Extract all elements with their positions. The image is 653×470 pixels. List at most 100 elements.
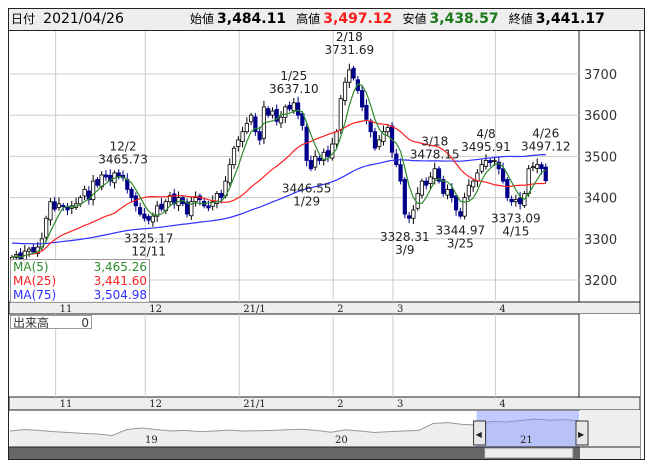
candle-down — [95, 179, 100, 186]
x-tick-label: 3 — [397, 304, 403, 315]
candle-down — [308, 160, 314, 170]
navigator-year-label: 21 — [520, 435, 533, 446]
legend-label: MA(5) — [13, 260, 49, 274]
annotation-date: 3/18 — [421, 134, 448, 148]
candle-down — [206, 205, 211, 209]
annotation-value: 3465.73 — [98, 153, 148, 167]
candle-down — [325, 150, 331, 157]
annotation-date: 4/8 — [476, 127, 495, 141]
annotation-value: 3328.31 — [380, 230, 430, 244]
candle-up — [270, 110, 275, 116]
price-chart[interactable]: 3200330034003500360037001111121221/121/1… — [0, 0, 653, 470]
y-tick-label: 3300 — [584, 233, 617, 248]
candle-down — [364, 104, 369, 120]
candle-up — [492, 160, 497, 162]
candle-down — [488, 160, 493, 163]
candle-up — [150, 215, 156, 223]
ma-legend: MA(5) 3,465.26 MA(25) 3,441.60 MA(75) 3,504… — [10, 259, 150, 303]
candle-down — [61, 205, 66, 208]
annotation-date: 12/2 — [110, 140, 137, 154]
candle-up — [91, 180, 96, 201]
candle-up — [236, 139, 241, 147]
annotation-value: 3446.55 — [282, 181, 332, 195]
candle-down — [103, 174, 109, 178]
candle-down — [142, 213, 147, 219]
annotation-value: 3495.91 — [461, 140, 511, 154]
candle-down — [266, 108, 271, 116]
annotation-date: 2/18 — [336, 30, 363, 44]
candle-up — [385, 127, 390, 133]
annotation-date: 1/25 — [280, 69, 307, 83]
candle-down — [398, 164, 403, 182]
candle-down — [129, 188, 134, 199]
volume-value: 0 — [81, 316, 89, 330]
annotation-value: 3497.12 — [521, 140, 571, 154]
x-tick-label: 4 — [499, 304, 505, 315]
candle-up — [483, 160, 489, 167]
annotation-date: 12/11 — [131, 244, 166, 258]
navigator-year-label: 19 — [145, 435, 158, 446]
candle-up — [193, 197, 198, 203]
legend-value: 3,465.26 — [93, 260, 147, 274]
candle-up — [419, 180, 425, 196]
candle-down — [146, 216, 151, 221]
candle-down — [257, 131, 262, 141]
candle-down — [453, 195, 459, 211]
y-tick-label: 3600 — [584, 109, 617, 124]
navigator-left-arrow-icon: ◀ — [476, 430, 483, 439]
y-tick-label: 3400 — [584, 192, 617, 207]
scrollbar-thumb[interactable] — [484, 447, 574, 459]
annotation-date: 4/26 — [532, 127, 559, 141]
candle-up — [513, 199, 518, 203]
candle-down — [219, 193, 224, 198]
legend-ma5: MA(5) 3,465.26 — [11, 260, 149, 274]
candle-up — [291, 102, 296, 112]
candle-up — [428, 176, 433, 184]
candle-up — [227, 164, 232, 184]
legend-value: 3,504.98 — [93, 288, 147, 302]
candle-up — [338, 98, 343, 131]
candle-down — [505, 179, 510, 199]
x-tick-label: 3 — [397, 399, 403, 410]
x-tick-label: 11 — [60, 399, 73, 410]
candle-up — [526, 168, 531, 194]
candle-up — [530, 166, 536, 169]
candle-down — [31, 247, 36, 253]
candle-down — [317, 157, 322, 161]
candle-down — [52, 201, 57, 210]
volume-label: 出来高 — [13, 316, 50, 330]
candle-up — [342, 81, 348, 101]
candle-down — [458, 211, 463, 217]
candle-up — [78, 197, 83, 205]
candle-down — [368, 120, 373, 133]
legend-value: 3,441.60 — [93, 274, 147, 288]
candle-down — [287, 104, 292, 110]
annotation-value: 3478.15 — [410, 147, 460, 161]
x-tick-label: 21/1 — [243, 304, 265, 315]
candle-down — [518, 197, 523, 205]
candle-down — [509, 198, 514, 203]
annotation-date: 4/15 — [502, 225, 529, 239]
candle-up — [283, 106, 288, 118]
volume-legend: 出来高 0 — [10, 315, 92, 330]
y-tick-label: 3500 — [584, 150, 617, 165]
candle-up — [411, 209, 416, 219]
date-axis-strip-2 — [8, 396, 641, 411]
annotation-value: 3373.09 — [491, 212, 541, 226]
candle-down — [543, 166, 548, 182]
y-tick-label: 3700 — [584, 68, 617, 83]
date-axis-strip — [8, 301, 641, 315]
annotation-date: 3/9 — [395, 243, 414, 257]
candle-up — [313, 155, 318, 168]
candle-up — [244, 123, 249, 133]
annotation-value: 3325.17 — [124, 231, 174, 245]
x-tick-label: 12 — [149, 399, 162, 410]
candle-up — [26, 248, 32, 252]
x-tick-label: 4 — [499, 399, 505, 410]
candle-down — [402, 179, 407, 215]
candle-down — [295, 102, 301, 116]
y-tick-label: 3200 — [584, 274, 617, 289]
candle-down — [372, 131, 378, 149]
candle-up — [48, 201, 53, 221]
candle-up — [462, 197, 467, 217]
